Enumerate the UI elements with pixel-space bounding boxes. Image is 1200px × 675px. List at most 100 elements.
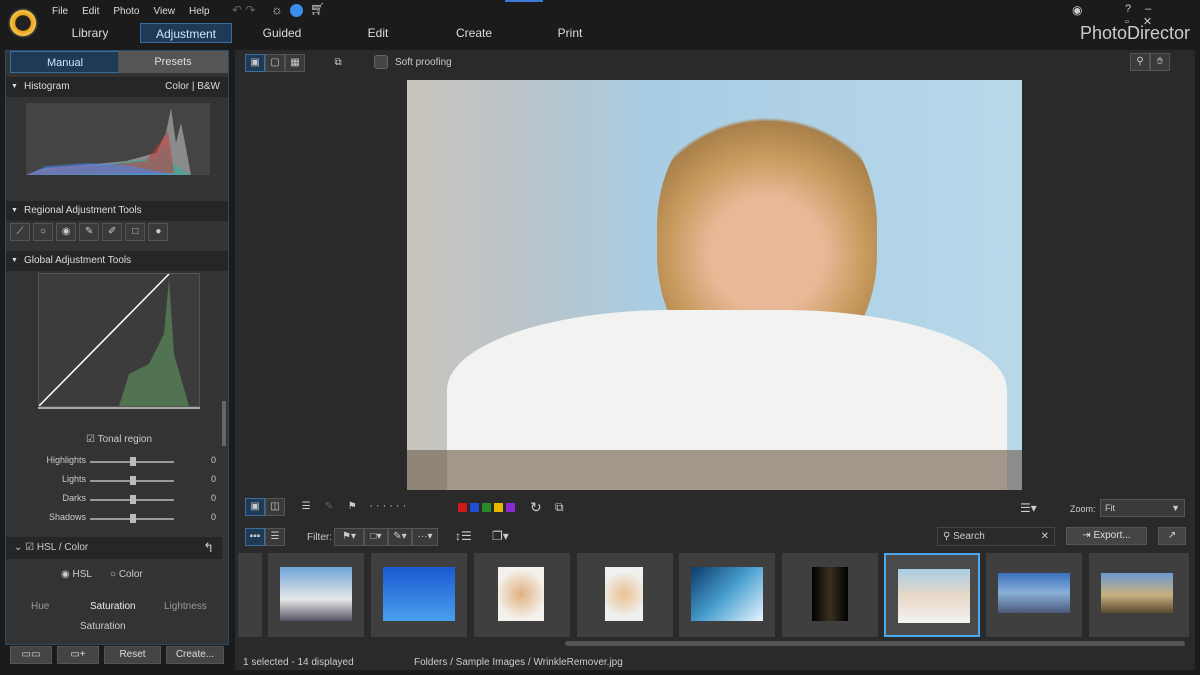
color-labels[interactable] [458, 503, 515, 512]
filmstrip-scrollbar[interactable] [565, 641, 1185, 646]
rotate-list-icon[interactable]: ☰ [296, 499, 316, 517]
red-eye-icon[interactable]: ◉ [56, 223, 77, 241]
gradient-mask-icon[interactable]: □ [125, 223, 146, 241]
list-view-icon[interactable]: ☰ [265, 528, 285, 546]
create-preset-button[interactable]: Create... [166, 646, 224, 664]
rating-dots[interactable]: ······ [369, 500, 409, 512]
tab-guided[interactable]: Guided [252, 23, 312, 43]
ai-brush-icon[interactable]: ✐ [102, 223, 123, 241]
tab-manual[interactable]: Manual [10, 51, 120, 73]
color-mode[interactable]: Color [165, 81, 189, 92]
flag-icon[interactable]: ⚑ [342, 499, 362, 517]
open-external-icon[interactable]: ↗ [1158, 527, 1186, 545]
cart-icon[interactable]: 🛒︎ [310, 2, 325, 16]
zoom-value: Fit [1105, 503, 1115, 513]
rating-filter-icon[interactable]: ···▾ [412, 528, 438, 546]
menu-view[interactable]: View [154, 6, 176, 17]
curve-handles[interactable] [38, 407, 200, 409]
darks-slider[interactable]: Darks 0 [26, 493, 216, 507]
menu-photo[interactable]: Photo [113, 6, 139, 17]
zoom-tool-icon[interactable]: ⚲ [1130, 53, 1150, 71]
search-placeholder: Search [953, 531, 985, 542]
highlights-slider[interactable]: Highlights 0 [26, 455, 216, 469]
zoom-label: Zoom: [1070, 504, 1096, 514]
tab-edit[interactable]: Edit [348, 23, 408, 43]
export-button[interactable]: ⇥ Export... [1066, 527, 1147, 545]
hsl-header[interactable]: ⌄ ☑ HSL / Color ↰ [6, 537, 222, 559]
single-photo-icon[interactable]: ▣ [245, 498, 265, 516]
spot-removal-icon[interactable]: ○ [33, 223, 54, 241]
compare-photo-icon[interactable]: ◫ [265, 498, 285, 516]
tonal-region-checkbox[interactable]: ☑ Tonal region [86, 434, 152, 445]
color-label-green[interactable] [482, 503, 491, 512]
sort-order-icon[interactable]: ↕☰ [455, 529, 472, 543]
color-radio[interactable]: ○ Color [110, 569, 143, 580]
tab-adjustment[interactable]: Adjustment [140, 23, 232, 43]
settings-icon[interactable]: ☼ [271, 2, 283, 17]
thumbnail[interactable] [782, 553, 878, 637]
notification-icon[interactable] [290, 4, 303, 17]
clear-icon[interactable]: ✕ [1041, 528, 1049, 545]
tab-saturation[interactable]: Saturation [90, 601, 136, 612]
color-label-purple[interactable] [506, 503, 515, 512]
tab-hue[interactable]: Hue [31, 601, 49, 612]
hsl-radio[interactable]: ◉ HSL [61, 569, 92, 580]
tab-create[interactable]: Create [444, 23, 504, 43]
second-display-icon[interactable]: ⧉ [328, 55, 348, 73]
brush-icon[interactable]: ✎ [79, 223, 100, 241]
grid-view-icon[interactable]: ▦ [285, 54, 305, 72]
tone-curve[interactable] [38, 273, 200, 407]
filmstrip-partial-thumb[interactable] [238, 553, 262, 637]
histogram-mode[interactable]: Color | B&W [165, 77, 220, 97]
menu-help[interactable]: Help [189, 6, 210, 17]
thumbnail[interactable] [1089, 553, 1189, 637]
thumbnail[interactable] [577, 553, 673, 637]
regional-header[interactable]: Regional Adjustment Tools [6, 201, 228, 221]
flag-filter-icon[interactable]: ⚑▾ [334, 528, 364, 546]
tab-print[interactable]: Print [540, 23, 600, 43]
filmstrip-view-icon[interactable]: ▪▪▪ [245, 528, 265, 546]
thumbnail[interactable] [371, 553, 467, 637]
reset-button[interactable]: Reset [104, 646, 161, 664]
thumbnail[interactable] [986, 553, 1082, 637]
thumbnail[interactable] [474, 553, 570, 637]
copy-button[interactable]: ▭+ [57, 646, 99, 664]
stack-icon[interactable]: ❐▾ [492, 529, 509, 543]
tab-presets[interactable]: Presets [118, 51, 228, 73]
thumbnail-selected[interactable] [884, 553, 980, 637]
color-label-blue[interactable] [470, 503, 479, 512]
pan-tool-icon[interactable]: ✋︎ [1150, 53, 1170, 71]
shadows-slider[interactable]: Shadows 0 [26, 512, 216, 526]
label-filter-icon[interactable]: □▾ [364, 528, 388, 546]
edit-icon[interactable]: ✎ [319, 499, 339, 517]
sort-icon[interactable]: ☰▾ [1020, 501, 1037, 515]
tab-library[interactable]: Library [60, 23, 120, 43]
lights-slider[interactable]: Lights 0 [26, 474, 216, 488]
compare-button[interactable]: ▭▭ [10, 646, 52, 664]
single-view-icon[interactable]: ▣ [245, 54, 265, 72]
thumbnail[interactable] [268, 553, 364, 637]
crop-icon[interactable]: ⟋ [10, 223, 30, 241]
menu-file[interactable]: File [52, 6, 68, 17]
reset-icon[interactable]: ↰ [203, 537, 214, 559]
global-header[interactable]: Global Adjustment Tools [6, 251, 228, 271]
full-view-icon[interactable]: ▢ [265, 54, 285, 72]
bw-mode[interactable]: B&W [197, 81, 220, 92]
account-icon[interactable]: ◉ [1072, 3, 1082, 17]
radial-filter-icon[interactable]: ● [148, 223, 169, 241]
edit-filter-icon[interactable]: ✎▾ [388, 528, 412, 546]
tab-lightness[interactable]: Lightness [164, 601, 207, 612]
rotate-icon[interactable]: ↻ [530, 499, 542, 516]
auto-adjust-icon[interactable]: ⧉ [555, 500, 564, 515]
histogram-header[interactable]: Histogram Color | B&W [6, 77, 228, 97]
zoom-select[interactable]: Fit ▼ [1100, 499, 1185, 517]
color-label-red[interactable] [458, 503, 467, 512]
panel-scrollbar[interactable] [222, 401, 226, 446]
soft-proofing-checkbox[interactable] [374, 55, 388, 69]
thumbnail[interactable] [679, 553, 775, 637]
color-label-yellow[interactable] [494, 503, 503, 512]
menu-edit[interactable]: Edit [82, 6, 99, 17]
search-input[interactable]: ⚲ Search ✕ [937, 527, 1055, 546]
undo-redo-icons[interactable]: ↶ ↷ [232, 3, 255, 17]
app-logo [8, 8, 38, 38]
